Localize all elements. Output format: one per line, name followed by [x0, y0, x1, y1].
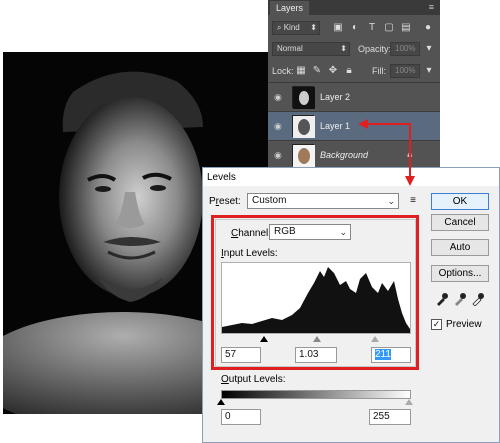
input-black-slider[interactable] — [260, 336, 268, 342]
filter-kind-select[interactable]: ⌕ Kind ⬍ — [272, 21, 320, 35]
channel-label: Channel: — [231, 228, 271, 239]
chevron-down-icon: ⬍ — [340, 44, 347, 53]
dialog-title: Levels — [207, 172, 236, 183]
lock-position-icon[interactable]: ✥ — [327, 65, 339, 77]
search-icon: ⌕ — [277, 23, 284, 32]
opacity-field[interactable]: 100% — [390, 42, 420, 56]
fill-dropdown-icon[interactable]: ▾ — [423, 65, 435, 77]
layer-thumbnail — [292, 86, 315, 109]
layer-name: Layer 2 — [320, 92, 351, 102]
output-levels-label-ul: O — [221, 374, 229, 385]
layer-2-thumb-image — [293, 87, 315, 109]
preview-checkbox[interactable]: ✓ — [431, 319, 442, 330]
lock-label: Lock: — [272, 66, 294, 76]
cancel-button[interactable]: Cancel — [431, 214, 489, 231]
input-black-field[interactable]: 57 — [221, 347, 261, 363]
input-white-field[interactable]: 211 — [371, 347, 411, 363]
histogram-graph — [222, 267, 410, 333]
blend-row: Normal ⬍ Opacity: 100% ▾ — [268, 40, 440, 60]
white-eyedropper-icon[interactable] — [471, 292, 485, 306]
chevron-down-icon: ⌄ — [387, 196, 395, 206]
ok-button[interactable]: OK — [431, 193, 489, 210]
chevron-down-icon: ⌄ — [339, 227, 347, 237]
preview-label: Preview — [446, 319, 482, 330]
visibility-eye-icon[interactable]: ◉ — [274, 92, 286, 102]
filter-row: ⌕ Kind ⬍ ▣ ◐ T ▢ ▤ ● — [268, 16, 440, 40]
filter-kind-value: Kind — [283, 23, 300, 32]
lock-all-icon[interactable]: 🔒︎ — [343, 65, 355, 77]
blend-mode-value: Normal — [277, 44, 303, 53]
input-levels-label: Input Levels: — [221, 248, 278, 259]
auto-button[interactable]: Auto — [431, 239, 489, 256]
filter-shape-icon[interactable]: ▢ — [383, 22, 395, 34]
filter-smart-object-icon[interactable]: ▤ — [400, 22, 412, 34]
opacity-label: Opacity: — [358, 44, 392, 54]
black-eyedropper-icon[interactable] — [435, 292, 449, 306]
input-white-slider[interactable] — [371, 336, 379, 342]
gray-eyedropper-icon[interactable] — [453, 292, 467, 306]
visibility-eye-icon[interactable]: ◉ — [274, 150, 286, 160]
tab-layers[interactable]: Layers — [270, 1, 310, 15]
preset-label: Preset: — [209, 196, 241, 207]
histogram — [221, 262, 411, 334]
layer-row-layer-1[interactable]: ◉ Layer 1 — [268, 111, 440, 140]
panel-menu-icon[interactable]: ≡ — [429, 2, 434, 12]
layer-row-layer-2[interactable]: ◉ Layer 2 — [268, 82, 440, 111]
input-gamma-field[interactable]: 1.03 — [295, 347, 337, 363]
filter-toggle-icon[interactable]: ● — [422, 22, 434, 34]
preset-options-icon[interactable]: ≡ — [406, 194, 420, 208]
input-gamma-value: 1.03 — [299, 349, 319, 360]
lock-transparency-icon[interactable]: ▦ — [295, 65, 307, 77]
lock-icon: 🔒︎ — [407, 149, 412, 159]
layer-row-background[interactable]: ◉ Background 🔒︎ — [268, 140, 440, 169]
channel-label-post: hannel: — [238, 228, 272, 239]
chevron-down-icon: ⬍ — [310, 23, 317, 32]
output-black-field[interactable]: 0 — [221, 409, 261, 425]
channel-value: RGB — [274, 226, 296, 237]
preset-select[interactable]: Custom ⌄ — [247, 193, 399, 209]
input-black-value: 57 — [225, 349, 237, 360]
levels-dialog: Levels Preset: Custom ⌄ ≡ Channel: RGB ⌄… — [202, 167, 500, 443]
output-black-slider[interactable] — [217, 399, 225, 405]
preset-value: Custom — [252, 195, 287, 206]
input-gamma-slider[interactable] — [313, 336, 321, 342]
output-levels-label: Output Levels: — [221, 374, 286, 385]
filter-pixel-icon[interactable]: ▣ — [332, 22, 344, 34]
background-thumb-image — [293, 145, 315, 167]
panel-tabbar: Layers ≡ — [268, 0, 440, 15]
lock-image-icon[interactable]: ✎ — [311, 65, 323, 77]
layer-thumbnail — [292, 115, 315, 138]
layer-name: Background — [320, 150, 369, 160]
output-white-field[interactable]: 255 — [369, 409, 411, 425]
output-black-value: 0 — [225, 411, 231, 422]
fill-field[interactable]: 100% — [390, 64, 420, 78]
dialog-titlebar: Levels — [203, 168, 499, 186]
filter-type-icon[interactable]: T — [366, 22, 378, 34]
filter-adjustment-icon[interactable]: ◐ — [349, 22, 361, 34]
layer-thumbnail — [292, 144, 315, 167]
input-white-value: 211 — [375, 349, 391, 360]
options-button[interactable]: Options... — [431, 265, 489, 282]
output-gradient — [221, 390, 411, 399]
preset-label-post: eset: — [219, 196, 241, 207]
channel-select[interactable]: RGB ⌄ — [269, 224, 351, 240]
output-white-value: 255 — [373, 411, 390, 422]
preset-label-pre: P — [209, 196, 216, 207]
blend-mode-select[interactable]: Normal ⬍ — [272, 42, 350, 56]
layer-1-thumb-image — [293, 116, 315, 138]
output-white-slider[interactable] — [405, 399, 413, 405]
visibility-eye-icon[interactable]: ◉ — [274, 121, 286, 131]
opacity-dropdown-icon[interactable]: ▾ — [423, 43, 435, 55]
input-levels-label-post: nput Levels: — [223, 248, 278, 259]
fill-label: Fill: — [372, 66, 386, 76]
lock-row: Lock: ▦ ✎ ✥ 🔒︎ Fill: 100% ▾ — [268, 60, 440, 82]
layer-name: Layer 1 — [320, 121, 351, 131]
output-levels-label-post: utput Levels: — [228, 374, 286, 385]
